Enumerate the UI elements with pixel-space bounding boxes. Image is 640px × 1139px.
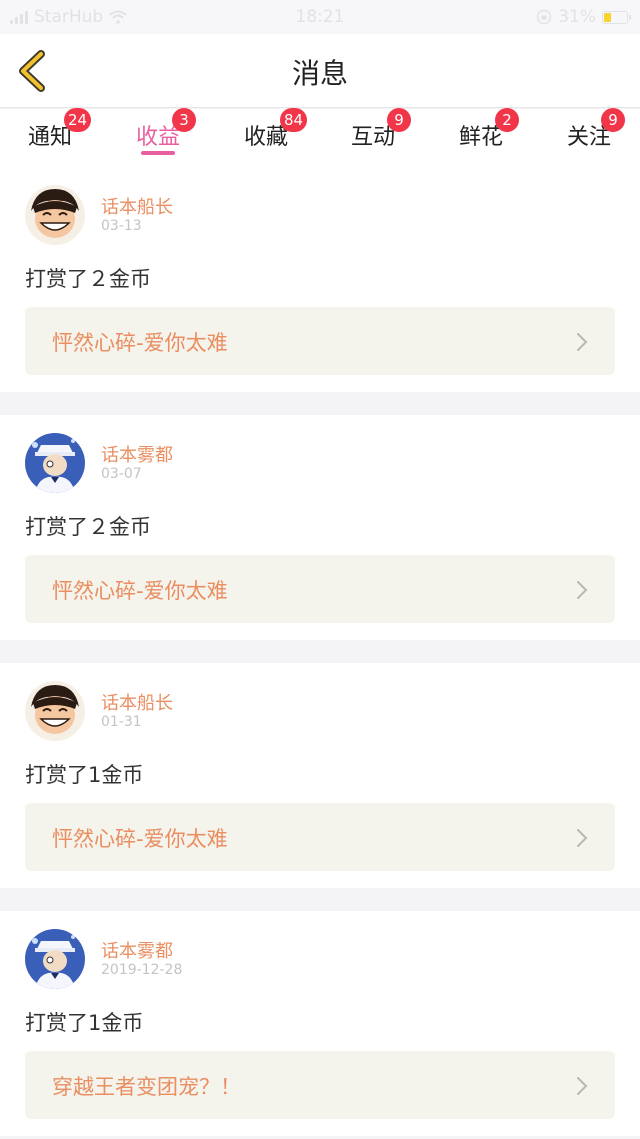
avatar-kid[interactable] — [25, 929, 85, 989]
chevron-right-icon — [577, 581, 588, 599]
reward-text: 打赏了1金币 — [25, 763, 144, 787]
tab-favorites[interactable]: 收藏 84 — [236, 108, 326, 165]
message-card: 话本雾都 03-07 打赏了２金币 怦然心碎-爱你太难 — [0, 415, 640, 640]
book-link[interactable]: 穿越王者变团宠？！ — [25, 1051, 615, 1119]
chevron-right-icon — [577, 1077, 588, 1095]
user-name[interactable]: 话本雾都 — [101, 441, 173, 467]
tab-badge: 3 — [172, 108, 196, 132]
avatar-kid[interactable] — [25, 433, 85, 493]
tab-interactions[interactable]: 互动 9 — [343, 108, 433, 165]
book-link[interactable]: 怦然心碎-爱你太难 — [25, 307, 615, 375]
book-title: 怦然心碎-爱你太难 — [52, 579, 228, 603]
tab-badge: 24 — [64, 108, 92, 132]
book-title: 穿越王者变团宠？！ — [52, 1075, 241, 1099]
tab-badge: 84 — [280, 108, 308, 132]
post-date: 03-07 — [101, 466, 142, 482]
battery-level — [604, 12, 611, 22]
battery-percent: 31% — [558, 7, 596, 27]
book-link[interactable]: 怦然心碎-爱你太难 — [25, 555, 615, 623]
tab-notifications[interactable]: 通知 24 — [20, 108, 110, 165]
tab-badge: 9 — [387, 108, 411, 132]
status-bar: StarHub 18:21 31% — [0, 0, 640, 34]
avatar-luffy[interactable] — [25, 681, 85, 741]
reward-text: 打赏了1金币 — [25, 1011, 144, 1035]
nav-bar: 消息 — [0, 34, 640, 108]
post-date: 03-13 — [101, 218, 142, 234]
book-title: 怦然心碎-爱你太难 — [52, 827, 228, 851]
message-feed: 话本船长 03-13 打赏了２金币 怦然心碎-爱你太难 话本雾都 03-07 打… — [0, 167, 640, 1139]
book-title: 怦然心碎-爱你太难 — [52, 331, 228, 355]
tab-badge: 9 — [601, 108, 625, 132]
battery-icon — [602, 10, 631, 24]
post-date: 01-31 — [101, 714, 142, 730]
tab-flowers[interactable]: 鲜花 2 — [451, 108, 541, 165]
user-name[interactable]: 话本雾都 — [101, 937, 173, 963]
book-link[interactable]: 怦然心碎-爱你太难 — [25, 803, 615, 871]
avatar-luffy[interactable] — [25, 185, 85, 245]
tab-badge: 2 — [495, 108, 519, 132]
post-date: 2019-12-28 — [101, 962, 183, 978]
active-tab-indicator — [141, 151, 175, 155]
tab-follows[interactable]: 关注 9 — [559, 108, 640, 165]
reward-text: 打赏了２金币 — [25, 515, 151, 539]
reward-text: 打赏了２金币 — [25, 267, 151, 291]
chevron-right-icon — [577, 829, 588, 847]
tab-earnings[interactable]: 收益 3 — [128, 108, 218, 165]
chevron-right-icon — [577, 333, 588, 351]
tab-bar: 通知 24 收益 3 收藏 84 互动 9 鲜花 2 关注 9 — [0, 108, 640, 167]
user-name[interactable]: 话本船长 — [101, 193, 173, 219]
message-card: 话本雾都 2019-12-28 打赏了1金币 穿越王者变团宠？！ — [0, 911, 640, 1136]
message-card: 话本船长 03-13 打赏了２金币 怦然心碎-爱你太难 — [0, 167, 640, 392]
page-title: 消息 — [291, 57, 348, 90]
status-right: 31% — [536, 7, 631, 27]
user-name[interactable]: 话本船长 — [101, 689, 173, 715]
orientation-lock-icon — [536, 9, 552, 25]
message-card: 话本船长 01-31 打赏了1金币 怦然心碎-爱你太难 — [0, 663, 640, 888]
